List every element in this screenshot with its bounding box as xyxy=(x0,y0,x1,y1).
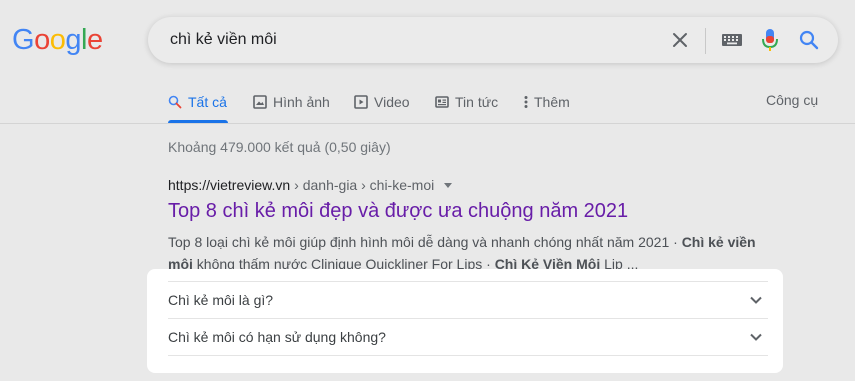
tab-all[interactable]: Tất cả xyxy=(168,92,227,112)
faq-item[interactable]: Chì kẻ môi có hạn sử dụng không? xyxy=(168,319,768,355)
google-logo[interactable]: Google xyxy=(12,24,103,57)
chevron-down-icon[interactable] xyxy=(444,182,453,188)
faq-question: Chì kẻ môi là gì? xyxy=(168,292,274,308)
tab-news[interactable]: Tin tức xyxy=(435,92,498,112)
result-path: › danh-gia › chi-ke-moi xyxy=(294,177,435,193)
logo-letter-e: e xyxy=(86,24,103,56)
tab-label: Thêm xyxy=(534,94,570,110)
tab-more[interactable]: Thêm xyxy=(524,92,570,112)
image-icon xyxy=(253,95,267,109)
news-icon xyxy=(435,96,449,108)
logo-letter-o1: o xyxy=(34,24,50,56)
voice-search-button[interactable] xyxy=(761,28,779,57)
chevron-down-icon xyxy=(750,333,762,341)
faq-question: Chì kẻ môi có hạn sử dụng không? xyxy=(168,329,386,345)
search-icon xyxy=(799,30,819,50)
clear-button[interactable] xyxy=(670,30,690,55)
logo-letter-o2: o xyxy=(49,24,66,56)
snippet-text: Top 8 loại chì kẻ môi giúp định hình môi… xyxy=(168,234,682,250)
tab-label: Tất cả xyxy=(188,94,227,110)
tools-button[interactable]: Công cụ xyxy=(766,92,818,108)
search-divider xyxy=(705,28,706,54)
faq-item[interactable]: Chì kẻ môi là gì? xyxy=(168,282,768,318)
microphone-icon xyxy=(762,29,778,51)
tab-images[interactable]: Hình ảnh xyxy=(253,92,330,112)
result-domain: https://vietreview.vn xyxy=(168,177,291,193)
search-input[interactable]: chì kẻ viền môi xyxy=(170,31,277,49)
related-questions: Chì kẻ môi là gì? Chì kẻ môi có hạn sử d… xyxy=(147,269,783,373)
more-icon xyxy=(524,96,528,108)
tab-label: Tin tức xyxy=(455,94,499,110)
result-url[interactable]: https://vietreview.vn › danh-gia › chi-k… xyxy=(168,177,453,193)
logo-letter-g2: g xyxy=(65,24,81,56)
search-tabs: Tất cả Hình ảnh Video Tin tức Thêm Công … xyxy=(168,92,828,123)
search-icon xyxy=(168,95,182,109)
logo-letter-g: G xyxy=(12,24,35,56)
tab-video[interactable]: Video xyxy=(354,92,410,112)
search-button[interactable] xyxy=(799,30,819,55)
chevron-down-icon xyxy=(750,296,762,304)
keyboard-button[interactable] xyxy=(721,33,743,52)
search-bar: chì kẻ viền môi xyxy=(148,17,838,63)
header-divider xyxy=(0,123,855,124)
tab-label: Hình ảnh xyxy=(273,94,330,110)
result-title-link[interactable]: Top 8 chì kẻ môi đẹp và được ưa chuộng n… xyxy=(168,200,628,223)
keyboard-icon xyxy=(722,34,742,46)
result-stats: Khoảng 479.000 kết quả (0,50 giây) xyxy=(168,139,391,155)
faq-divider xyxy=(168,355,768,356)
tab-label: Video xyxy=(374,94,410,110)
video-icon xyxy=(354,95,368,109)
close-icon xyxy=(673,33,687,47)
